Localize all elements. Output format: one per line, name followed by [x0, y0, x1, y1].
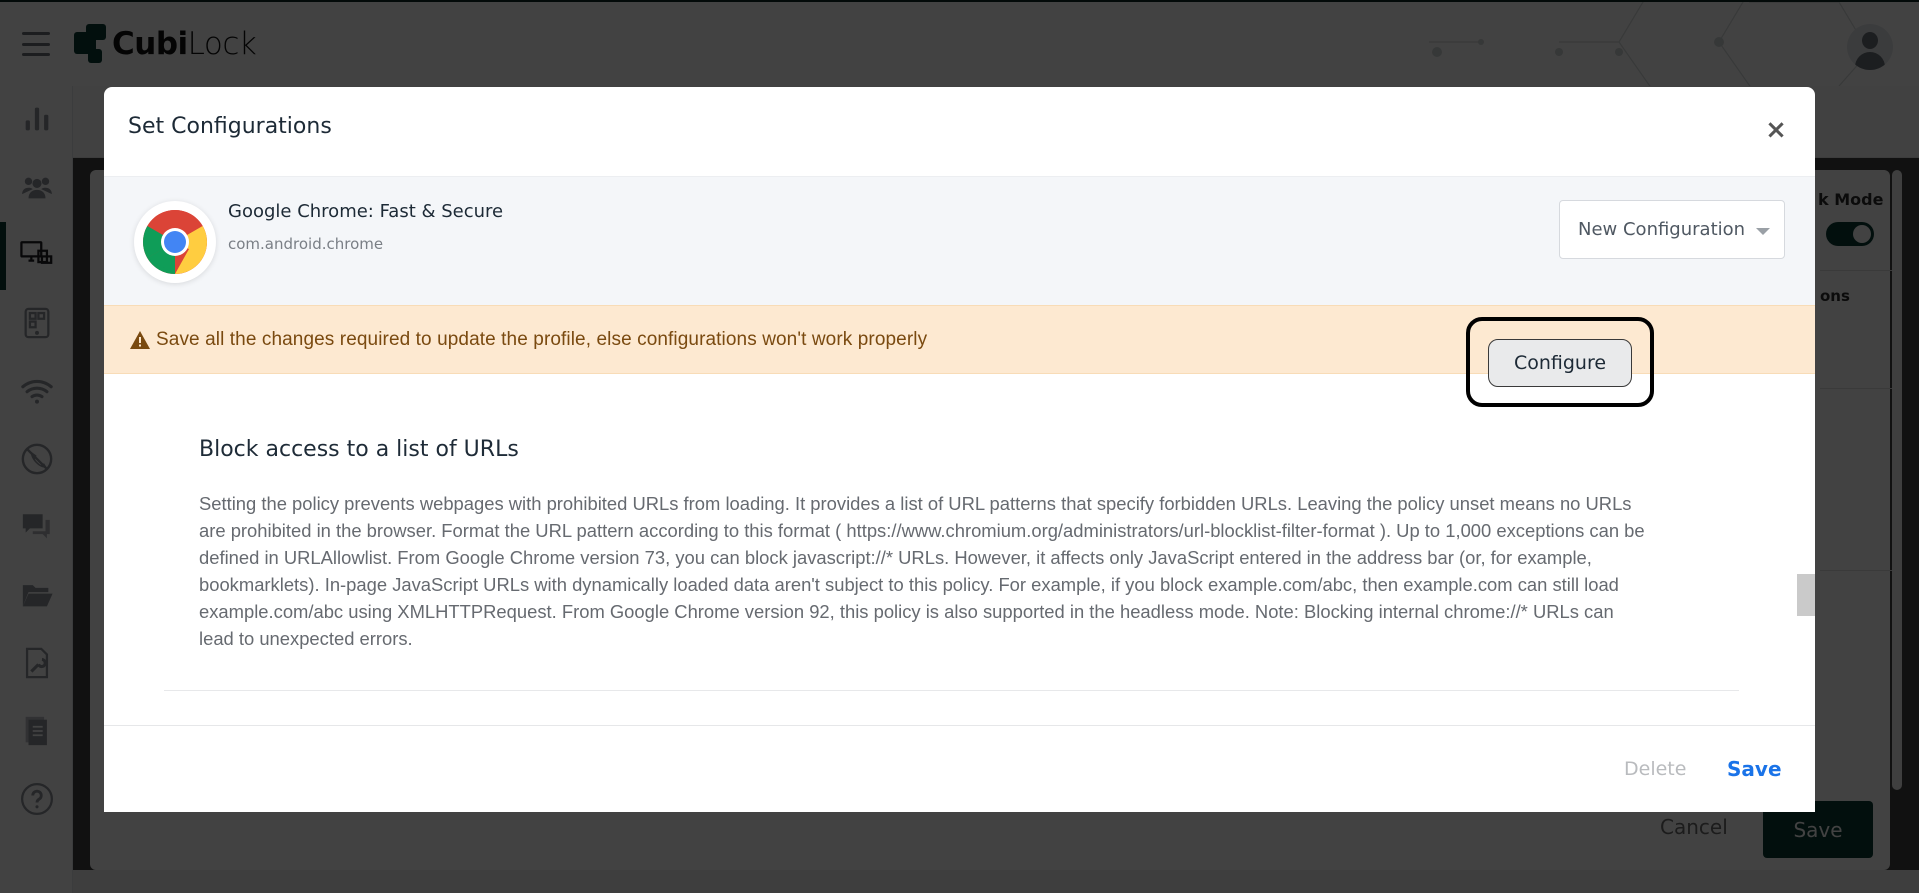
set-configurations-modal: Set Configurations × Google Chrome: Fast… [104, 87, 1815, 812]
configure-button[interactable]: Configure [1488, 339, 1632, 387]
warning-icon [130, 330, 150, 349]
policy-description: Setting the policy prevents webpages wit… [199, 493, 1645, 649]
modal-scrollbar-thumb[interactable] [1797, 574, 1815, 616]
modal-title: Set Configurations [128, 114, 332, 139]
app-name: Google Chrome: Fast & Secure [228, 201, 504, 222]
modal-header: Set Configurations × [104, 87, 1815, 177]
configuration-select-value: New Configuration [1578, 219, 1746, 240]
save-button[interactable]: Save [1727, 757, 1782, 781]
policy-divider [164, 690, 1739, 691]
chevron-down-icon [1756, 228, 1770, 235]
close-button[interactable]: × [1761, 115, 1791, 145]
warning-text: Save all the changes required to update … [156, 328, 928, 350]
app-package-id: com.android.chrome [228, 235, 384, 253]
policy-title: Block access to a list of URLs [199, 437, 519, 462]
configuration-select[interactable]: New Configuration [1559, 200, 1785, 259]
chrome-logo-icon [143, 210, 207, 274]
delete-button[interactable]: Delete [1624, 758, 1686, 780]
chrome-app-icon [134, 201, 216, 283]
modal-footer-divider [104, 725, 1815, 726]
close-icon: × [1765, 115, 1787, 145]
